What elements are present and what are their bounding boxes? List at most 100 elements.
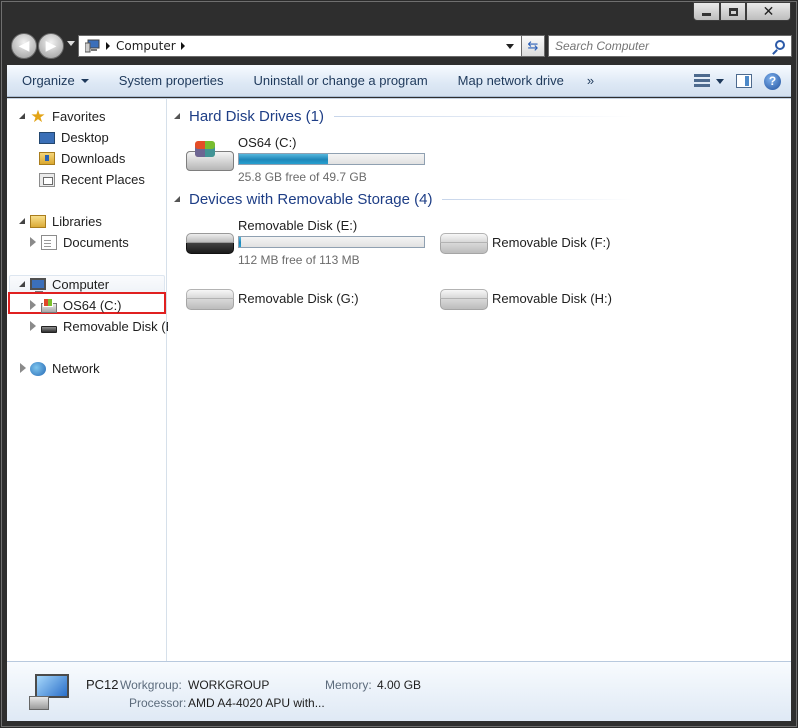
address-dropdown-icon[interactable] xyxy=(506,44,514,49)
memory-value: 4.00 GB xyxy=(377,678,422,692)
group-title: Hard Disk Drives (1) xyxy=(189,107,325,125)
collapse-arrow-icon[interactable] xyxy=(30,300,36,310)
change-view-button[interactable] xyxy=(694,74,724,88)
drive-name: Removable Disk (G:) xyxy=(238,291,359,306)
expand-arrow-icon[interactable] xyxy=(19,281,25,287)
chevron-down-icon xyxy=(80,78,89,83)
more-commands-button[interactable]: » xyxy=(579,65,602,97)
forward-button[interactable]: ▶ xyxy=(38,33,64,59)
processor-value: AMD A4-4020 APU with... xyxy=(188,696,325,710)
tree-item-recent-places[interactable]: Recent Places xyxy=(39,169,145,190)
group-title: Devices with Removable Storage (4) xyxy=(189,190,433,208)
drive-free-space: 25.8 GB free of 49.7 GB xyxy=(238,170,367,184)
maximize-button[interactable] xyxy=(720,2,746,21)
preview-pane-icon[interactable] xyxy=(736,74,752,88)
tree-item-label: Downloads xyxy=(61,151,126,166)
drive-name: Removable Disk (E:) xyxy=(238,218,358,233)
drive-tile-h[interactable]: Removable Disk (H:) xyxy=(440,274,690,324)
navigation-bar: ◀ ▶ Computer ⇆ xyxy=(7,31,792,63)
breadcrumb-separator-icon[interactable] xyxy=(180,42,185,50)
minimize-button[interactable] xyxy=(693,2,720,21)
removable-disk-icon xyxy=(440,233,488,254)
uninstall-program-button[interactable]: Uninstall or change a program xyxy=(239,65,443,97)
search-input[interactable] xyxy=(555,39,765,53)
tree-item-os64[interactable]: OS64 (C:) xyxy=(29,295,122,316)
computer-name: PC12 xyxy=(86,677,119,692)
search-icon[interactable] xyxy=(775,40,785,50)
drive-usage-bar xyxy=(238,153,425,165)
collapse-arrow-icon[interactable] xyxy=(30,321,36,331)
drive-usage-fill xyxy=(239,237,241,247)
maximize-icon xyxy=(728,7,738,16)
drive-usage-bar xyxy=(238,236,425,248)
chevron-down-icon xyxy=(716,78,724,84)
expand-arrow-icon[interactable] xyxy=(19,113,25,119)
system-properties-button[interactable]: System properties xyxy=(104,65,239,97)
tree-item-label: Removable Disk (E:) xyxy=(63,319,183,334)
desktop-icon xyxy=(39,132,55,144)
group-header-hard-disk-drives[interactable]: Hard Disk Drives (1) xyxy=(174,106,635,126)
refresh-button[interactable]: ⇆ xyxy=(521,35,545,57)
tree-item-downloads[interactable]: Downloads xyxy=(39,148,125,169)
group-divider xyxy=(442,198,633,200)
drive-tile-f[interactable]: Removable Disk (F:) xyxy=(440,218,690,268)
collapse-arrow-icon[interactable] xyxy=(30,237,36,247)
tree-item-libraries[interactable]: Libraries xyxy=(19,211,102,232)
content-area: ★ Favorites Desktop Downloads Recent Pla… xyxy=(7,98,791,662)
computer-icon xyxy=(30,277,46,294)
drive-tile-c[interactable]: OS64 (C:) 25.8 GB free of 49.7 GB xyxy=(186,135,436,185)
drive-free-space: 112 MB free of 113 MB xyxy=(238,253,360,267)
close-button[interactable]: ✕ xyxy=(746,2,791,21)
collapse-arrow-icon[interactable] xyxy=(20,363,26,373)
main-pane[interactable]: Hard Disk Drives (1) OS64 (C:) 25.8 GB f… xyxy=(168,99,791,662)
computer-icon xyxy=(29,674,71,710)
downloads-icon xyxy=(39,152,55,165)
workgroup-value: WORKGROUP xyxy=(188,678,270,692)
breadcrumb-computer[interactable]: Computer xyxy=(116,39,176,53)
removable-disk-icon xyxy=(186,289,234,310)
drive-tile-e[interactable]: Removable Disk (E:) 112 MB free of 113 M… xyxy=(186,218,436,268)
expand-arrow-icon[interactable] xyxy=(19,218,25,224)
removable-disk-icon xyxy=(186,233,234,254)
collapse-group-icon[interactable] xyxy=(174,113,180,119)
uninstall-label: Uninstall or change a program xyxy=(253,73,428,88)
collapse-group-icon[interactable] xyxy=(174,196,180,202)
tree-item-network[interactable]: Network xyxy=(19,358,100,379)
tree-item-favorites[interactable]: ★ Favorites xyxy=(19,106,105,127)
breadcrumb-separator-icon[interactable] xyxy=(106,42,110,50)
removable-disk-icon xyxy=(41,325,57,333)
tree-item-desktop[interactable]: Desktop xyxy=(39,127,109,148)
network-icon xyxy=(30,361,46,376)
removable-disk-icon xyxy=(440,289,488,310)
tree-item-removable-e[interactable]: Removable Disk (E:) xyxy=(29,316,182,337)
search-box[interactable] xyxy=(548,35,792,57)
organize-button[interactable]: Organize xyxy=(7,65,104,97)
close-icon: ✕ xyxy=(762,3,775,20)
tree-item-label: Desktop xyxy=(61,130,109,145)
drive-name: Removable Disk (H:) xyxy=(492,291,612,306)
map-drive-label: Map network drive xyxy=(457,73,564,88)
hard-drive-icon xyxy=(41,298,57,313)
tree-item-label: Documents xyxy=(63,235,129,250)
help-icon[interactable]: ? xyxy=(764,72,781,90)
back-button[interactable]: ◀ xyxy=(11,33,37,59)
drive-tile-g[interactable]: Removable Disk (G:) xyxy=(186,274,436,324)
explorer-window: ✕ ◀ ▶ Computer ⇆ Organize System propert… xyxy=(0,0,798,728)
computer-icon xyxy=(84,39,101,53)
group-header-removable-storage[interactable]: Devices with Removable Storage (4) xyxy=(174,189,633,209)
tree-item-label: OS64 (C:) xyxy=(63,298,122,313)
group-divider xyxy=(334,115,635,117)
tree-item-documents[interactable]: Documents xyxy=(29,232,129,253)
tree-item-label: Favorites xyxy=(52,109,106,124)
forward-arrow-icon: ▶ xyxy=(45,38,57,54)
recent-pages-dropdown[interactable] xyxy=(67,41,75,46)
memory-label: Memory: xyxy=(325,678,372,692)
map-network-drive-button[interactable]: Map network drive xyxy=(443,65,579,97)
more-chevron-icon: » xyxy=(586,73,595,88)
command-bar-right: ? xyxy=(694,65,781,97)
navigation-pane[interactable]: ★ Favorites Desktop Downloads Recent Pla… xyxy=(7,99,182,662)
processor-label: Processor: xyxy=(129,696,187,710)
tree-item-label: Network xyxy=(52,361,100,376)
address-bar[interactable]: Computer xyxy=(78,35,523,57)
views-icon xyxy=(694,74,710,88)
